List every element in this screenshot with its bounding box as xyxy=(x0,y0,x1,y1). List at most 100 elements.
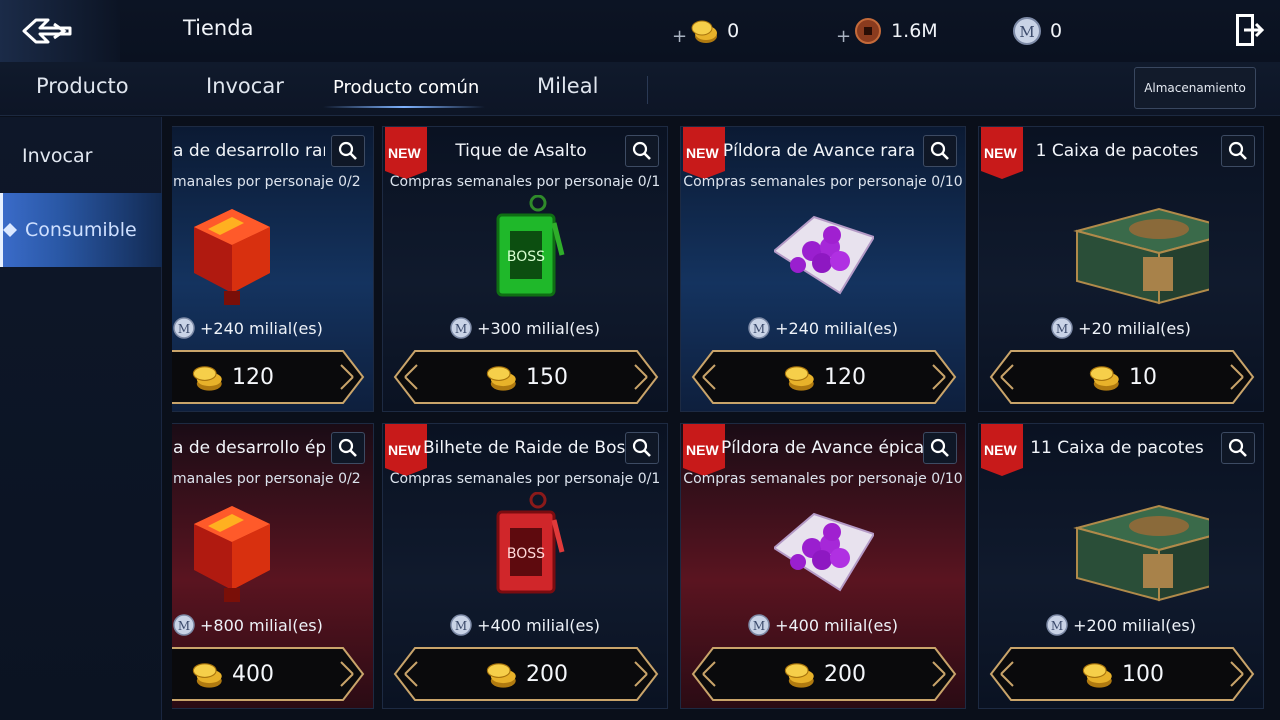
gold-value: 0 xyxy=(727,20,740,42)
price-value: 10 xyxy=(1129,364,1157,390)
price-value: 120 xyxy=(824,364,866,390)
product-card[interactable]: NEW Tique de Asalto Compras semanales por … xyxy=(382,126,668,412)
svg-text:M: M xyxy=(1019,23,1034,41)
magnifier-icon xyxy=(632,438,651,457)
back-button[interactable] xyxy=(0,0,120,62)
selected-arrow-icon xyxy=(3,223,17,237)
exit-icon[interactable] xyxy=(1232,12,1266,48)
product-name: Tique de Asalto xyxy=(455,141,587,161)
sidebar-item-invocar[interactable]: Invocar xyxy=(0,119,162,193)
product-card[interactable]: NEW 11 Caixa de pacotes M +200 milial(es) 10… xyxy=(978,423,1264,709)
zoom-button[interactable] xyxy=(923,135,957,167)
product-name: Bilhete de Raide de Boss xyxy=(423,438,635,458)
zoom-button[interactable] xyxy=(923,432,957,464)
advancement-pill-icon xyxy=(774,512,874,592)
product-grid: a de desarrollo rara manales por personaj… xyxy=(172,126,1280,720)
mileage-icon: M xyxy=(173,317,195,339)
new-badge: NEW xyxy=(981,127,1023,179)
tab-bar: Producto Invocar Producto común Mileal xyxy=(0,62,1280,116)
product-card[interactable]: NEW 1 Caixa de pacotes M +20 milial(es) 10 xyxy=(978,126,1264,412)
product-name: 1 Caixa de pacotes xyxy=(1035,141,1199,161)
sidebar-item-label: Consumible xyxy=(25,219,137,241)
plus-icon[interactable]: + xyxy=(672,26,687,47)
boss-raid-ticket-icon: BOSS xyxy=(496,492,565,594)
buy-button[interactable]: 400 xyxy=(172,646,365,702)
product-name: Píldora de Avance épica xyxy=(721,438,925,458)
mileage-reward: M +240 milial(es) xyxy=(173,317,373,339)
zoom-button[interactable] xyxy=(1221,135,1255,167)
back-arrow-icon xyxy=(22,18,72,44)
sidebar-item-label: Invocar xyxy=(22,145,93,167)
buy-button[interactable]: 10 xyxy=(989,349,1255,405)
mileage-icon: M xyxy=(450,317,472,339)
product-name: a de desarrollo épica xyxy=(173,438,325,458)
copper-currency[interactable]: + 1.6M xyxy=(836,14,938,48)
product-name: Píldora de Avance rara xyxy=(722,141,916,161)
mileage-value: 0 xyxy=(1050,20,1063,42)
product-card[interactable]: a de desarrollo rara manales por personaj… xyxy=(172,126,374,412)
mileage-reward: M +300 milial(es) xyxy=(383,317,667,339)
category-sidebar: Invocar Consumible xyxy=(0,117,162,720)
gold-currency[interactable]: + 0 xyxy=(672,14,739,48)
tab-producto[interactable]: Producto xyxy=(36,74,129,98)
sidebar-item-consumible[interactable]: Consumible xyxy=(0,193,162,267)
top-bar: Tienda + 0 + 1.6M M 0 xyxy=(0,0,1280,62)
zoom-button[interactable] xyxy=(331,432,365,464)
page-title: Tienda xyxy=(183,16,254,40)
storage-button[interactable]: Almacenamiento xyxy=(1134,67,1256,109)
product-name: a de desarrollo rara xyxy=(173,141,325,161)
zoom-button[interactable] xyxy=(1221,432,1255,464)
zoom-button[interactable] xyxy=(625,432,659,464)
product-card[interactable]: NEW Píldora de Avance rara Compras semanal… xyxy=(680,126,966,412)
magnifier-icon xyxy=(338,141,357,160)
gold-coin-icon xyxy=(691,20,718,43)
mileage-icon: M xyxy=(1051,317,1073,339)
product-card[interactable]: a de desarrollo épica manales por persona… xyxy=(172,423,374,709)
magnifier-icon xyxy=(632,141,651,160)
zoom-button[interactable] xyxy=(625,135,659,167)
gold-coin-icon xyxy=(486,663,516,688)
purchase-limit: Compras semanales por personaje 0/1 xyxy=(389,174,661,190)
magnifier-icon xyxy=(930,141,949,160)
gold-coin-icon xyxy=(1082,663,1112,688)
product-card[interactable]: NEW Bilhete de Raide de Boss Compras seman… xyxy=(382,423,668,709)
svg-text:M: M xyxy=(1051,619,1063,633)
copper-coin-icon xyxy=(855,18,882,44)
product-name: 11 Caixa de pacotes xyxy=(1030,438,1204,458)
active-tab-indicator xyxy=(323,106,485,108)
magnifier-icon xyxy=(1228,438,1247,457)
zoom-button[interactable] xyxy=(331,135,365,167)
package-chest-icon xyxy=(1073,207,1209,305)
new-badge: NEW xyxy=(981,424,1023,476)
mileage-icon: M xyxy=(173,614,195,636)
buy-button[interactable]: 120 xyxy=(172,349,365,405)
buy-button[interactable]: 120 xyxy=(691,349,957,405)
mileage-reward: M +400 milial(es) xyxy=(383,614,667,636)
gold-coin-icon xyxy=(1089,366,1119,391)
mileage-icon: M xyxy=(450,614,472,636)
buy-button[interactable]: 200 xyxy=(691,646,957,702)
new-badge: NEW xyxy=(683,127,725,179)
tab-invocar[interactable]: Invocar xyxy=(206,74,284,98)
price-value: 200 xyxy=(824,661,866,687)
buy-button[interactable]: 200 xyxy=(393,646,659,702)
buy-button[interactable]: 100 xyxy=(989,646,1255,702)
product-card[interactable]: NEW Píldora de Avance épica Compras semana… xyxy=(680,423,966,709)
gold-coin-icon xyxy=(784,663,814,688)
magnifier-icon xyxy=(338,438,357,457)
tab-producto-comun[interactable]: Producto común xyxy=(333,77,479,98)
buy-button[interactable]: 150 xyxy=(393,349,659,405)
mileage-icon: M xyxy=(748,317,770,339)
mileage-icon: M xyxy=(1013,17,1041,45)
svg-text:BOSS: BOSS xyxy=(507,249,545,265)
purchase-limit: Compras semanales por personaje 0/1 xyxy=(389,471,661,487)
mileage-icon: M xyxy=(748,614,770,636)
price-value: 150 xyxy=(526,364,568,390)
plus-icon[interactable]: + xyxy=(836,26,851,47)
copper-value: 1.6M xyxy=(891,20,938,42)
tab-mileal[interactable]: Mileal xyxy=(537,74,598,98)
advancement-pill-icon xyxy=(774,215,874,295)
gold-coin-icon xyxy=(486,366,516,391)
svg-text:M: M xyxy=(178,619,190,633)
gold-coin-icon xyxy=(192,663,222,688)
